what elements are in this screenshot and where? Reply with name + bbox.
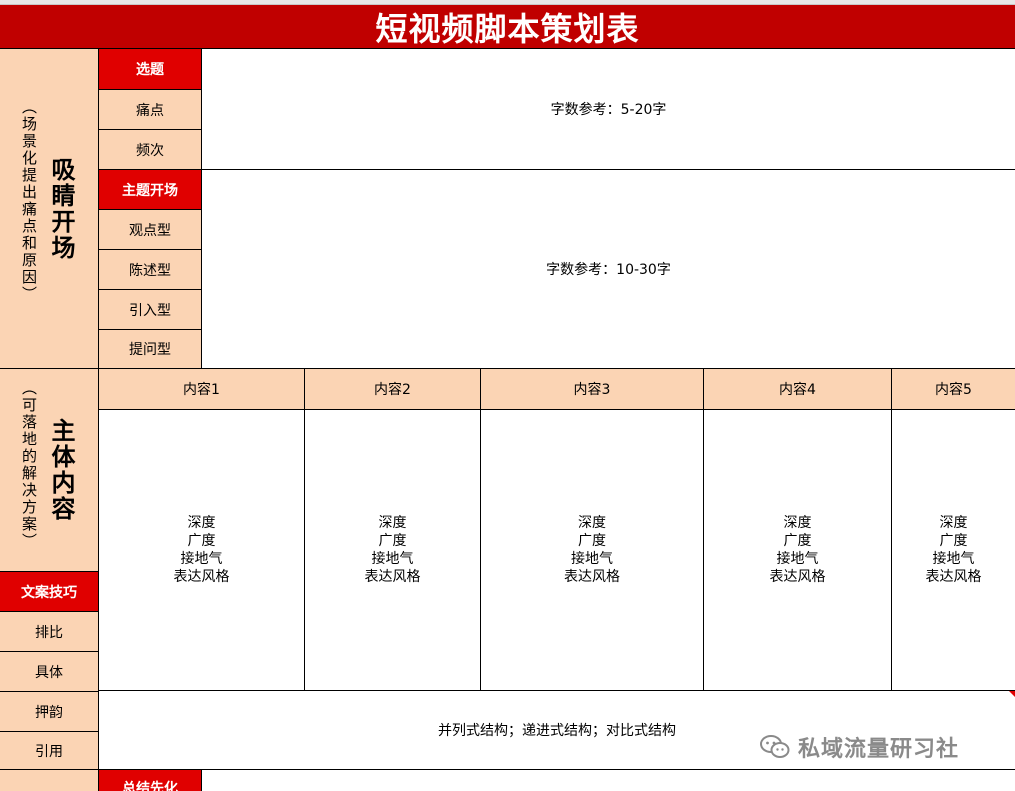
content-line: 接地气 <box>571 551 613 567</box>
opening-note-text: 字数参考：10-30字 <box>546 262 671 278</box>
content-header-3[interactable]: 内容3 <box>481 369 704 410</box>
bottom-left-cell[interactable] <box>0 770 99 791</box>
section-main-title: 主体内容 <box>47 418 76 522</box>
section-main-label: （可落地的解决方案） 主体内容 <box>0 369 99 572</box>
topic-note-text: 字数参考：5-20字 <box>550 102 667 118</box>
content-line: 广度 <box>187 533 216 549</box>
topic-item-frequency[interactable]: 频次 <box>99 130 202 170</box>
copy-structure-note-text: 并列式结构；递进式结构；对比式结构 <box>438 723 676 739</box>
copy-skill-quote[interactable]: 引用 <box>0 732 99 770</box>
content-body-4[interactable]: 深度 广度 接地气 表达风格 <box>704 410 892 691</box>
summary-header-cell[interactable]: 总结先化 <box>99 770 202 791</box>
content-line: 广度 <box>378 533 407 549</box>
content-line: 广度 <box>578 533 606 549</box>
content-line: 表达风格 <box>564 569 620 585</box>
content-line: 表达风格 <box>364 569 421 585</box>
section-hook-title: 吸睛开场 <box>47 156 76 261</box>
topic-note-cell[interactable]: 字数参考：5-20字 <box>202 49 1015 170</box>
content-line: 接地气 <box>371 551 414 567</box>
content-line: 广度 <box>783 533 812 549</box>
content-body-3[interactable]: 深度 广度 接地气 表达风格 <box>481 410 704 691</box>
content-line: 表达风格 <box>173 569 230 585</box>
copy-skill-parallelism[interactable]: 排比 <box>0 612 99 652</box>
content-line: 深度 <box>187 515 216 531</box>
opening-header-cell[interactable]: 主题开场 <box>99 170 202 210</box>
page-title-text: 短视频脚本策划表 <box>375 9 640 48</box>
content-header-1[interactable]: 内容1 <box>99 369 305 410</box>
content-line: 广度 <box>939 533 968 549</box>
copy-skill-concrete[interactable]: 具体 <box>0 652 99 692</box>
summary-note-cell[interactable] <box>202 770 1015 791</box>
content-line: 深度 <box>378 515 407 531</box>
copy-skill-rhyme[interactable]: 押韵 <box>0 692 99 732</box>
content-line: 接地气 <box>776 551 819 567</box>
opening-note-cell[interactable]: 字数参考：10-30字 <box>202 170 1015 369</box>
section-main-subtitle: （可落地的解决方案） <box>20 380 38 550</box>
opening-item-statement[interactable]: 陈述型 <box>99 250 202 290</box>
content-body-2[interactable]: 深度 广度 接地气 表达风格 <box>305 410 481 691</box>
content-line: 表达风格 <box>769 569 826 585</box>
content-line: 深度 <box>578 515 606 531</box>
topic-item-pain-point[interactable]: 痛点 <box>99 90 202 130</box>
watermark: 私域流量研习社 <box>760 732 959 762</box>
wechat-icon <box>760 735 790 758</box>
content-header-5[interactable]: 内容5 <box>892 369 1015 410</box>
content-line: 接地气 <box>932 551 975 567</box>
opening-item-viewpoint[interactable]: 观点型 <box>99 210 202 250</box>
opening-item-lead-in[interactable]: 引入型 <box>99 290 202 330</box>
content-line: 接地气 <box>180 551 223 567</box>
content-line: 表达风格 <box>925 569 982 585</box>
copy-skills-header-cell[interactable]: 文案技巧 <box>0 572 99 612</box>
topic-header-cell[interactable]: 选题 <box>99 49 202 90</box>
content-body-5[interactable]: 深度 广度 接地气 表达风格 <box>892 410 1015 691</box>
content-body-1[interactable]: 深度 广度 接地气 表达风格 <box>99 410 305 691</box>
content-header-2[interactable]: 内容2 <box>305 369 481 410</box>
section-hook-subtitle: （场景化提出痛点和原因） <box>20 98 38 303</box>
cell-comment-marker <box>1009 691 1015 697</box>
watermark-text: 私域流量研习社 <box>798 737 960 762</box>
content-line: 深度 <box>939 515 968 531</box>
page-title: 短视频脚本策划表 <box>0 5 1015 49</box>
content-header-4[interactable]: 内容4 <box>704 369 892 410</box>
summary-header-text: 总结先化 <box>122 781 178 791</box>
opening-item-question[interactable]: 提问型 <box>99 330 202 369</box>
content-line: 深度 <box>783 515 812 531</box>
section-hook-label: （场景化提出痛点和原因） 吸睛开场 <box>0 49 99 369</box>
